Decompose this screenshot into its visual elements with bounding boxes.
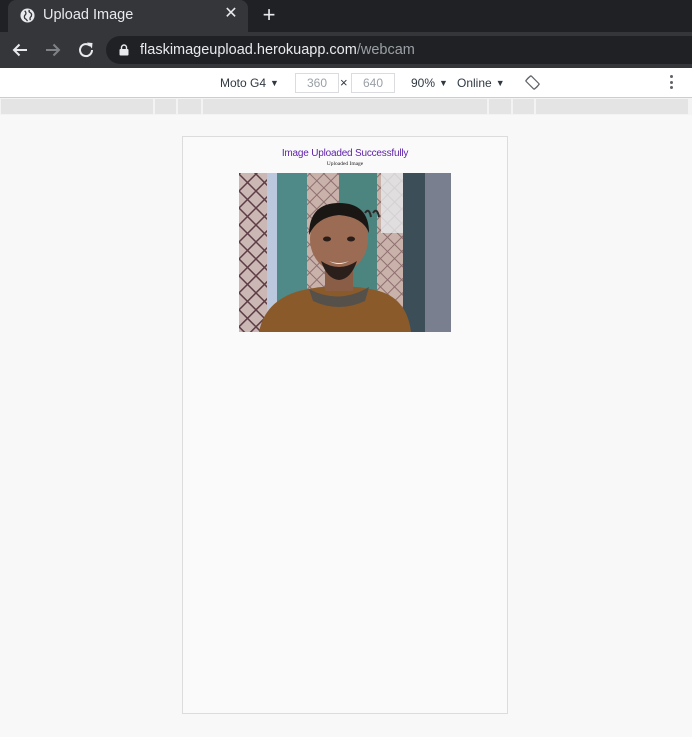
tab-strip: Upload Image ✕ + [0, 0, 692, 32]
back-arrow-icon[interactable] [10, 40, 30, 60]
browser-tab[interactable]: Upload Image ✕ [8, 0, 248, 32]
media-query-segment[interactable] [178, 99, 201, 114]
media-query-segment[interactable] [489, 99, 511, 114]
caret-down-icon: ▼ [495, 78, 505, 88]
uploaded-image [239, 173, 451, 332]
close-icon[interactable]: ✕ [224, 6, 238, 22]
media-query-segment[interactable] [155, 99, 176, 114]
page-subheading: Uploaded Image [326, 161, 364, 167]
browser-toolbar: flaskimageupload.herokuapp.com/webcam [0, 32, 692, 68]
caret-down-icon: ▼ [439, 78, 448, 88]
dimension-separator: × [340, 75, 348, 90]
more-vert-icon[interactable] [668, 75, 674, 91]
width-input[interactable]: 360 [295, 73, 339, 93]
zoom-value: 90% [411, 76, 436, 90]
url-host: flaskimageupload.herokuapp.com [140, 42, 357, 58]
media-query-bar [0, 98, 692, 115]
page-heading: Image Uploaded Successfully [281, 148, 409, 159]
zoom-select[interactable]: 90% ▼ [411, 76, 448, 90]
media-query-segment[interactable] [513, 99, 534, 114]
forward-arrow-icon[interactable] [43, 40, 63, 60]
media-query-segment[interactable] [1, 99, 153, 114]
throttling-value: Online [457, 76, 492, 90]
rotate-icon[interactable] [525, 75, 540, 90]
device-select[interactable]: Moto G4 ▼ [220, 76, 279, 90]
url-text: flaskimageupload.herokuapp.com/webcam [140, 42, 415, 58]
height-input[interactable]: 640 [351, 73, 395, 93]
plus-icon[interactable]: + [258, 4, 280, 27]
caret-down-icon: ▼ [270, 78, 279, 88]
reload-icon[interactable] [76, 40, 96, 60]
url-path: /webcam [356, 42, 415, 58]
media-query-segment[interactable] [203, 99, 487, 114]
device-viewport: Image Uploaded Successfully Uploaded Ima… [182, 136, 508, 714]
device-name: Moto G4 [220, 76, 267, 90]
address-bar[interactable]: flaskimageupload.herokuapp.com/webcam [106, 36, 692, 64]
device-toolbar: Moto G4 ▼ 360 × 640 90% ▼ Online ▼ [0, 68, 692, 98]
globe-icon [20, 8, 35, 23]
tab-title: Upload Image [43, 7, 134, 23]
lock-icon [119, 44, 129, 56]
throttling-select[interactable]: Online ▼ [457, 76, 505, 90]
media-query-segment[interactable] [536, 99, 688, 114]
